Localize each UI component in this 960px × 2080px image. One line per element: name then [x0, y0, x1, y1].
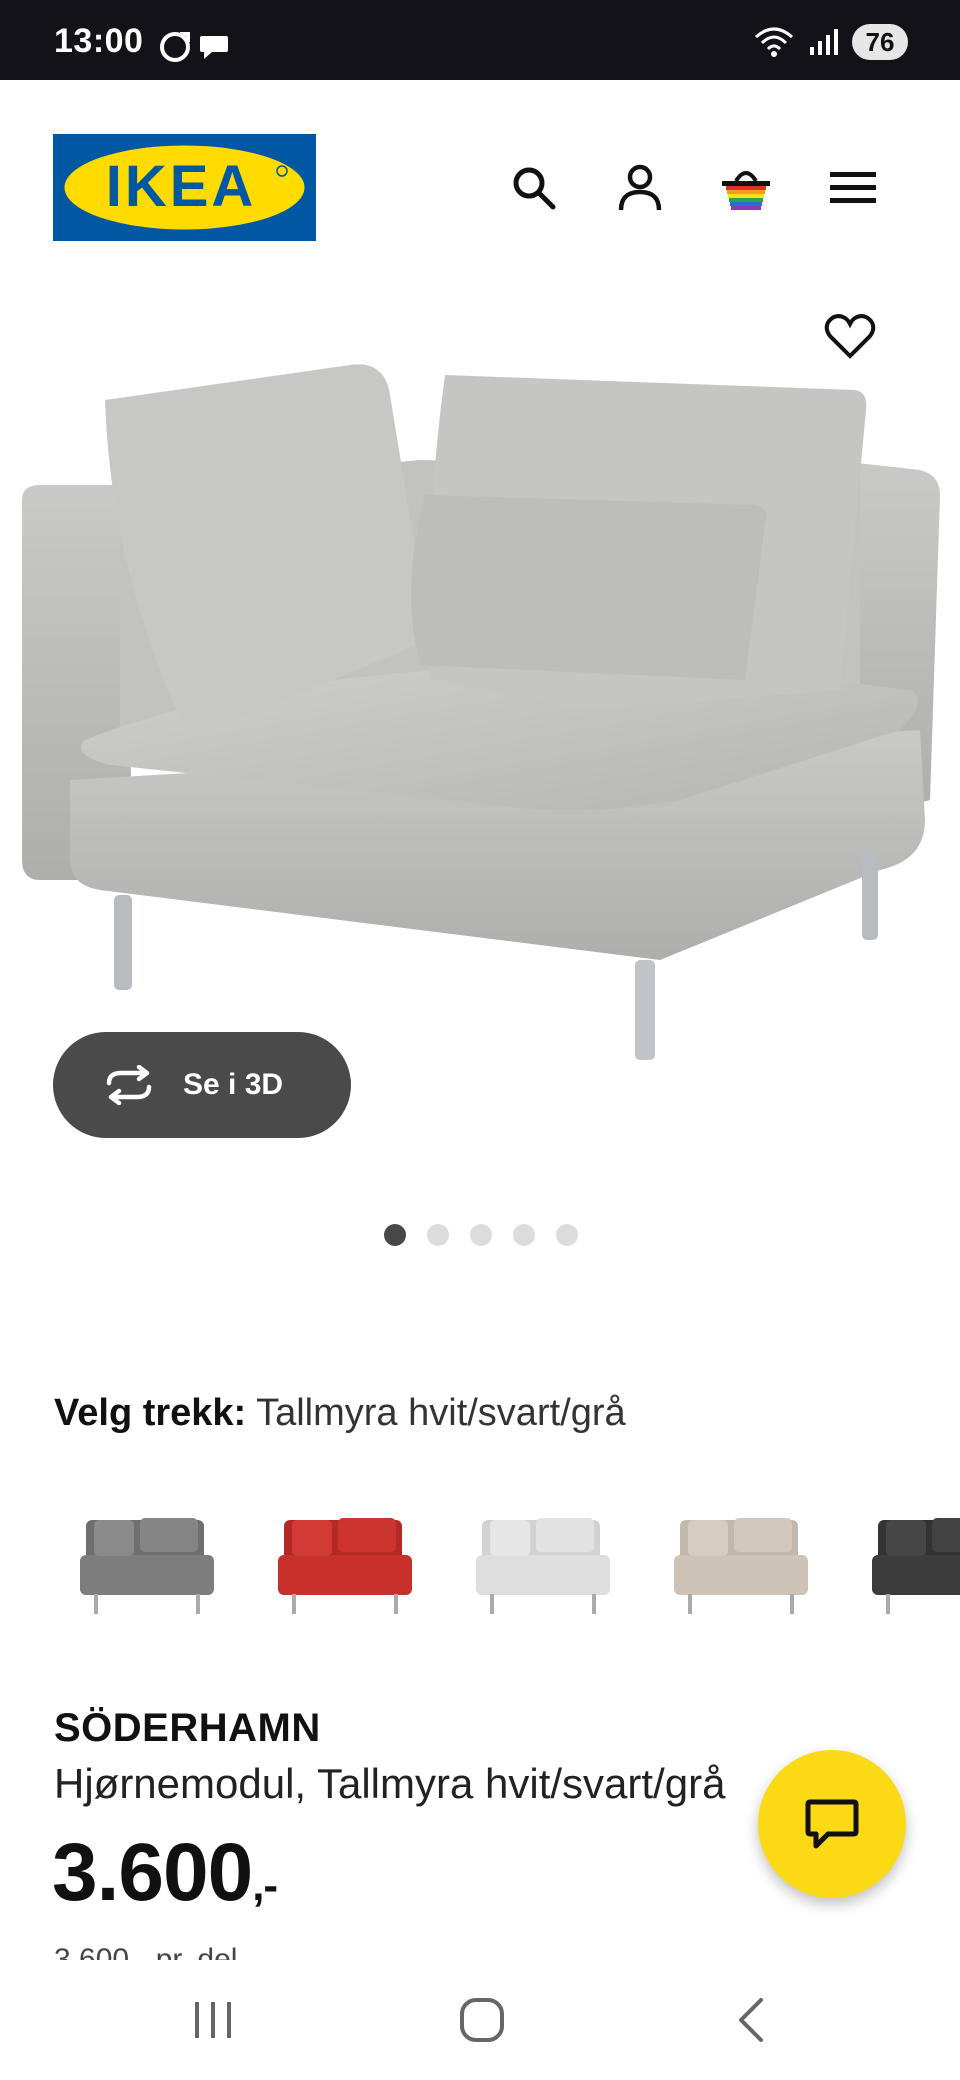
menu-icon[interactable] — [825, 160, 881, 216]
cover-label: Velg trekk: — [54, 1392, 247, 1434]
status-time: 13:00 — [54, 22, 144, 60]
cover-swatch-grey[interactable] — [72, 1500, 222, 1630]
cover-swatch-dark[interactable] — [864, 1500, 960, 1630]
carousel-dots — [384, 1224, 578, 1246]
product-price: 3.600,- — [52, 1826, 278, 1920]
chat-bubble-icon — [200, 36, 228, 59]
logo-text: IKEA — [106, 154, 257, 219]
cover-swatches — [0, 1500, 960, 1640]
sync-icon — [160, 32, 190, 62]
rotate-3d-icon — [106, 1065, 152, 1105]
price-suffix: ,- — [252, 1861, 278, 1910]
cover-swatch-red[interactable] — [270, 1500, 420, 1630]
cover-swatch-beige[interactable] — [666, 1500, 816, 1630]
recent-apps-icon[interactable] — [178, 1992, 248, 2048]
carousel-dot[interactable] — [384, 1224, 406, 1246]
ikea-logo[interactable]: IKEA — [53, 134, 316, 241]
price-per-unit: 3.600,- pr. del — [54, 1943, 238, 1960]
heart-icon[interactable] — [824, 312, 884, 368]
product-name: SÖDERHAMN — [54, 1706, 321, 1750]
price-value: 3.600 — [52, 1827, 253, 1918]
search-icon[interactable] — [506, 160, 562, 216]
cover-value: Tallmyra hvit/svart/grå — [256, 1392, 626, 1434]
carousel-dot[interactable] — [513, 1224, 535, 1246]
chat-button[interactable] — [758, 1750, 906, 1898]
account-icon[interactable] — [612, 160, 668, 216]
carousel-dot[interactable] — [470, 1224, 492, 1246]
signal-icon — [810, 29, 838, 55]
basket-icon[interactable] — [718, 160, 774, 216]
view-3d-button[interactable]: Se i 3D — [53, 1032, 351, 1138]
status-bar: 13:00 76 — [0, 0, 960, 80]
back-icon[interactable] — [716, 1992, 786, 2048]
cover-selector: Velg trekk: Tallmyra hvit/svart/grå — [54, 1392, 626, 1435]
battery-icon: 76 — [852, 24, 908, 60]
system-nav-bar — [0, 1960, 960, 2080]
home-icon[interactable] — [447, 1992, 517, 2048]
carousel-dot[interactable] — [556, 1224, 578, 1246]
view-3d-label: Se i 3D — [183, 1068, 284, 1101]
product-description: Hjørnemodul, Tallmyra hvit/svart/grå — [54, 1760, 726, 1807]
chat-icon — [805, 1799, 859, 1849]
carousel-dot[interactable] — [427, 1224, 449, 1246]
cover-swatch-white[interactable] — [468, 1500, 618, 1630]
wifi-icon — [755, 27, 793, 57]
